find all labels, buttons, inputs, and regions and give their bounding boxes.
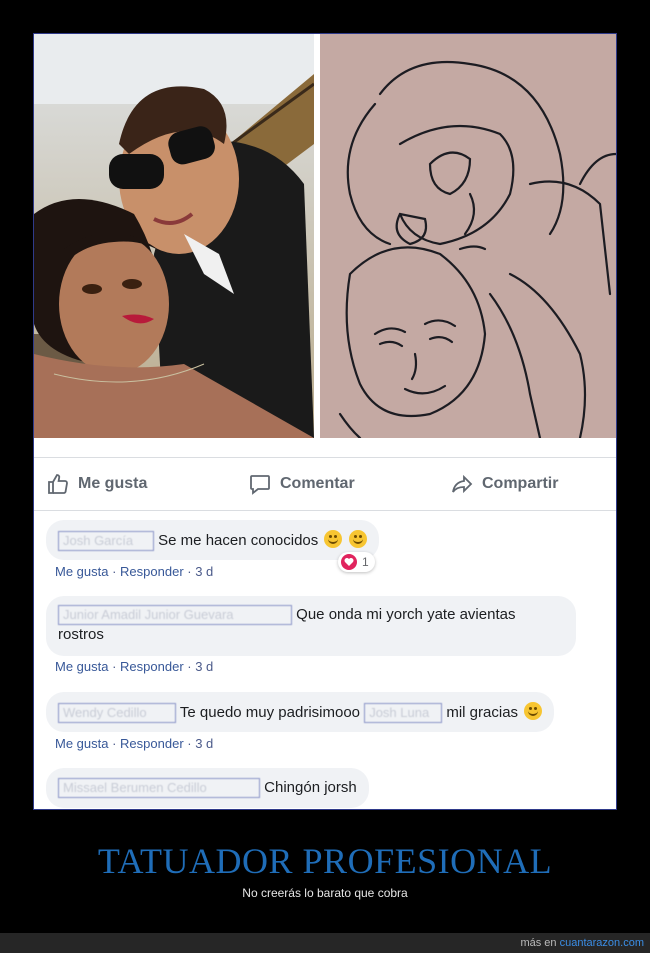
site-footer: más en cuantarazon.com <box>0 933 650 953</box>
comment-author[interactable]: Wendy Cedillo <box>58 703 176 724</box>
comment-text: Te quedo muy padrisimooo <box>179 704 361 721</box>
heart-icon <box>341 554 357 570</box>
comment-label: Comentar <box>280 475 355 492</box>
share-button[interactable]: Compartir <box>450 470 558 498</box>
comment-bubble: Junior Amadil Junior Guevara Que onda mi… <box>46 596 576 656</box>
rolling-on-floor-laughing-icon <box>348 530 367 548</box>
comment-reply-link[interactable]: Responder <box>120 564 184 579</box>
tattoo-photo[interactable] <box>320 34 616 438</box>
comment-like-link[interactable]: Me gusta <box>55 659 108 674</box>
comment-meta: Me gusta · Responder · 3 d <box>55 659 214 674</box>
comment-mention[interactable]: Josh Luna <box>364 703 443 724</box>
comment-text-line2: rostros <box>58 626 104 644</box>
like-label: Me gusta <box>78 475 148 492</box>
comment-meta: Me gusta · Responder · 3 d <box>55 736 214 751</box>
reaction-badge[interactable]: 1 <box>338 552 375 572</box>
comment-like-link[interactable]: Me gusta <box>55 736 108 751</box>
comment-time[interactable]: 3 d <box>195 659 213 674</box>
comment-meta: Me gusta · Responder · 3 d <box>55 564 214 579</box>
facebook-post-frame: Me gusta Comentar Compartir Josh García … <box>33 33 617 810</box>
comment-text-2: mil gracias <box>446 704 519 721</box>
meme-subtitle: No creerás lo barato que cobra <box>242 886 408 900</box>
post-photos <box>34 34 616 438</box>
comment-bubble: Missael Berumen Cedillo Chingón jorsh <box>46 768 369 808</box>
footer-site-link[interactable]: cuantarazon.com <box>560 937 644 949</box>
rolling-on-floor-laughing-icon <box>324 530 343 548</box>
reaction-count: 1 <box>362 555 369 569</box>
comment-text: Se me hacen conocidos <box>158 532 319 549</box>
comment-bubble: Josh García Se me hacen conocidos <box>46 520 379 560</box>
share-arrow-icon <box>452 474 473 494</box>
selfie-photo[interactable] <box>34 34 314 438</box>
comment-text: Chingón jorsh <box>264 779 357 796</box>
comment-author[interactable]: Junior Amadil Junior Guevara <box>58 605 292 626</box>
comment-author[interactable]: Missael Berumen Cedillo <box>58 778 260 799</box>
smiling-face-icon <box>524 702 543 720</box>
like-thumb-icon <box>48 474 68 494</box>
share-label: Compartir <box>482 475 559 492</box>
comment-reply-link[interactable]: Responder <box>120 736 184 751</box>
comment-text-line1: Que onda mi yorch yate avientas <box>296 606 516 623</box>
post-action-bar: Me gusta Comentar Compartir <box>34 457 616 511</box>
comment-bubble: Wendy Cedillo Te quedo muy padrisimooo J… <box>46 692 555 732</box>
comment-time[interactable]: 3 d <box>195 736 213 751</box>
comment-reply-link[interactable]: Responder <box>120 659 184 674</box>
comment-author[interactable]: Josh García <box>58 531 154 552</box>
like-button[interactable]: Me gusta <box>46 470 147 498</box>
comment-time[interactable]: 3 d <box>195 564 213 579</box>
comment-like-link[interactable]: Me gusta <box>55 564 108 579</box>
footer-prefix: más en <box>520 937 557 949</box>
meme-title: TATUADOR PROFESIONAL <box>97 841 553 881</box>
comment-button[interactable]: Comentar <box>248 470 355 498</box>
comment-bubble-icon <box>250 475 270 495</box>
